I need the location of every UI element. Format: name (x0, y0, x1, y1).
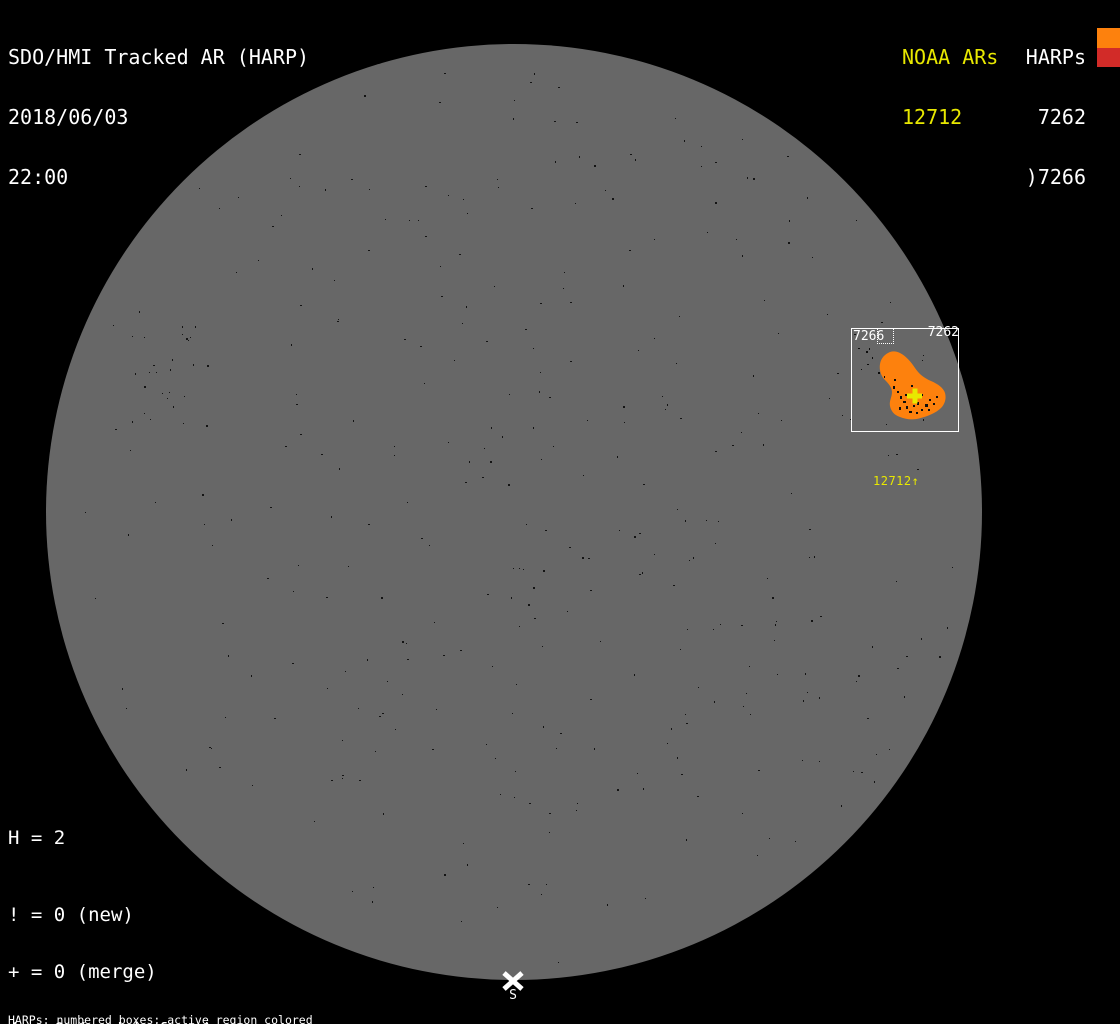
footer-harps-note: HARPs: numbered boxes; active region col… (8, 1013, 313, 1024)
page-title: SDO/HMI Tracked AR (HARP) (8, 45, 310, 69)
harp-entry: )7266 (1025, 165, 1086, 189)
harps-panel: HARPs 7262 )7266 (1026, 7, 1086, 227)
legend-line-new: ! = 0 (new) (8, 903, 134, 926)
harps-heading: HARPs (1025, 45, 1086, 69)
noaa-ar-shifted-label: 12712↑ (873, 474, 920, 488)
header: SDO/HMI Tracked AR (HARP) 2018/06/03 22:… (8, 7, 309, 227)
date-label: 2018/06/03 (8, 105, 129, 129)
harp-7262-color-swatch (1097, 28, 1120, 48)
legend-harp-count: H = 2 (8, 827, 66, 849)
harp-tracker-screen: SDO/HMI Tracked AR (HARP) 2018/06/03 22:… (0, 0, 1120, 1024)
noaa-ars-panel: NOAA ARs 12712 (902, 7, 998, 167)
legend-line-merge: + = 0 (merge) (8, 961, 157, 984)
harp-box-label-7262: 7262 (927, 325, 959, 340)
noaa-ars-heading: NOAA ARs (902, 45, 999, 69)
noaa-ar-id: 12712 (902, 105, 963, 129)
time-label: 22:00 (8, 165, 69, 189)
harp-7266-color-swatch (1097, 48, 1120, 67)
footer-notes: HARPs: numbered boxes; active region col… (8, 990, 410, 1024)
active-region-overlay (858, 348, 946, 420)
south-pole-label: S (509, 988, 517, 1003)
harp-entry: 7262 (1037, 105, 1086, 129)
